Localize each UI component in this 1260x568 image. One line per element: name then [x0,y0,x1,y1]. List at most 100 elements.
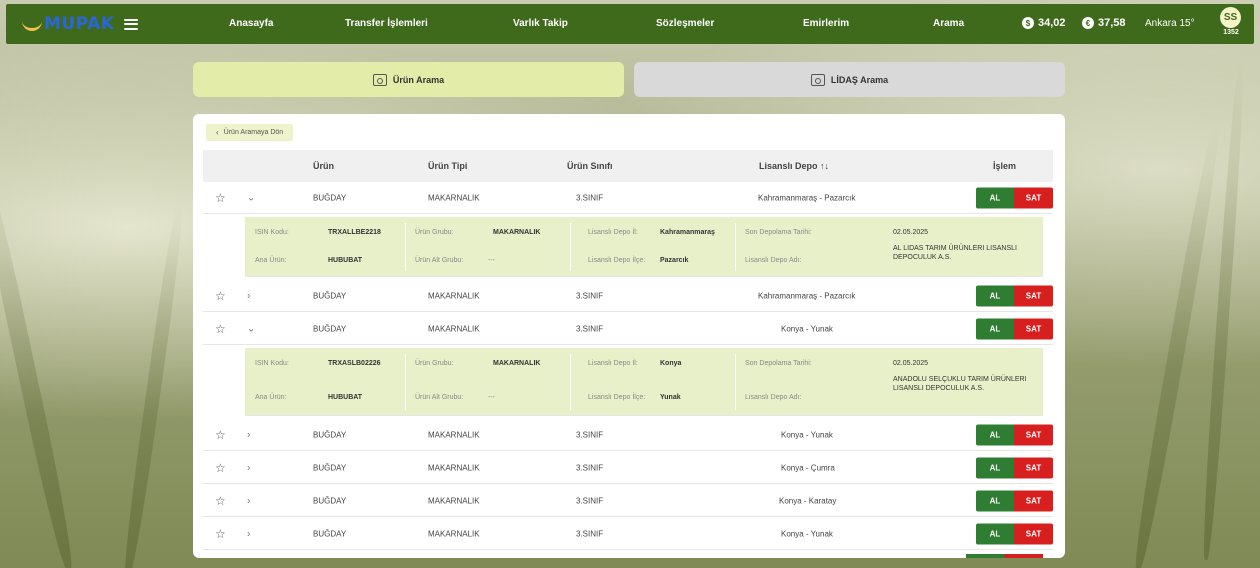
value-depo-adi: ANADOLU SELÇUKLU TARIM ÜRÜNLERI LISANSLI… [893,376,1027,392]
value-ana-urun: HUBUBAT [328,257,363,264]
nav-arama[interactable]: Arama [933,18,964,29]
al-button[interactable]: AL [976,523,1014,545]
favorite-star-icon[interactable]: ☆ [215,527,226,541]
chevron-right-icon[interactable]: › [247,529,250,540]
avatar-sub: 1352 [1223,29,1239,36]
table-row[interactable]: ☆ › BUĞDAY MAKARNALIK 3.SINIF Konya - Yu… [203,519,1053,550]
chevron-right-icon[interactable]: › [247,291,250,302]
cell-tip: MAKARNALIK [428,529,480,539]
cell-sinif: 3.SINIF [576,430,604,440]
logo[interactable]: MUPAK [22,14,202,34]
nav-varlik-takip[interactable]: Varlık Takip [513,18,568,29]
sat-button[interactable]: SAT [1014,318,1053,340]
logo-mark-icon [22,17,42,31]
label-urun-grubu: Ürün Grubu: [415,229,454,236]
header-islem: İşlem [993,161,1017,171]
al-button[interactable]: AL [976,490,1014,512]
value-depo-il: Kahramanmaraş [660,229,715,236]
next-row-buttons-partial [966,554,1043,558]
chevron-down-icon[interactable]: ⌄ [247,193,255,204]
sat-button[interactable]: SAT [1014,424,1053,446]
table-row[interactable]: ☆ ⌄ BUĞDAY MAKARNALIK 3.SINIF Kahramanma… [203,183,1053,214]
al-button[interactable]: AL [976,457,1014,479]
al-button[interactable]: AL [976,424,1014,446]
user-avatar[interactable]: SS 1352 [1220,7,1242,36]
nav-sozlesmeler[interactable]: Sözleşmeler [656,18,714,29]
favorite-star-icon[interactable]: ☆ [215,461,226,475]
cell-depo: Konya - Yunak [781,430,833,440]
back-label: Ürün Aramaya Dön [223,129,284,136]
cell-tip: MAKARNALIK [428,324,480,334]
header-urun-tipi: Ürün Tipi [428,161,468,171]
cell-sinif: 3.SINIF [576,496,604,506]
sat-button[interactable]: SAT [1014,187,1053,209]
tab-urun-label: Ürün Arama [392,74,445,85]
cell-depo: Kahramanmaraş - Pazarcık [758,291,856,301]
cell-sinif: 3.SINIF [576,463,604,473]
cell-depo: Kahramanmaraş - Pazarcık [758,193,856,203]
cell-sinif: 3.SINIF [576,529,604,539]
favorite-star-icon[interactable]: ☆ [215,494,226,508]
label-isin: ISIN Kodu: [255,360,289,367]
sat-button[interactable]: SAT [1014,285,1053,307]
chevron-right-icon[interactable]: › [247,430,250,441]
favorite-star-icon[interactable]: ☆ [215,191,226,205]
label-depo-il: Lisanslı Depo İl: [588,360,638,367]
favorite-star-icon[interactable]: ☆ [215,322,226,336]
cell-urun: BUĞDAY [313,193,347,203]
background-wheat [1200,60,1247,561]
sat-button[interactable]: SAT [1014,457,1053,479]
cell-tip: MAKARNALIK [428,193,480,203]
cell-depo: Konya - Karatay [779,496,837,506]
value-son-depolama: 02.05.2025 [893,229,929,236]
cell-urun: BUĞDAY [313,324,347,334]
cell-sinif: 3.SINIF [576,193,604,203]
hamburger-menu-icon[interactable] [124,18,139,30]
al-button[interactable]: AL [976,187,1014,209]
label-depo-adi: Lisanslı Depo Adı: [745,257,802,264]
table-row[interactable]: ☆ › BUĞDAY MAKARNALIK 3.SINIF Kahramanma… [203,281,1053,312]
product-search-icon [372,73,387,86]
favorite-star-icon[interactable]: ☆ [215,428,226,442]
table-row[interactable]: ☆ › BUĞDAY MAKARNALIK 3.SINIF Konya - Ka… [203,486,1053,517]
chevron-down-icon[interactable]: ⌄ [247,324,255,335]
al-button[interactable]: AL [976,285,1014,307]
cell-tip: MAKARNALIK [428,463,480,473]
sat-button[interactable]: SAT [1014,523,1053,545]
cell-urun: BUĞDAY [313,496,347,506]
row-detail: ISIN Kodu: TRXASLB02226 Ana Ürün: HUBUBA… [245,348,1043,416]
header-urun-sinifi: Ürün Sınıfı [567,161,613,171]
weather-text: Ankara 15° [1145,18,1195,29]
value-isin: TRXASLB02226 [328,360,381,367]
cell-tip: MAKARNALIK [428,291,480,301]
dollar-icon: $ [1022,17,1034,29]
table-row[interactable]: ☆ › BUĞDAY MAKARNALIK 3.SINIF Konya - Yu… [203,420,1053,451]
label-urun-alt-grubu: Ürün Alt Grubu: [415,394,464,401]
label-depo-adi: Lisanslı Depo Adı: [745,394,802,401]
chevron-right-icon[interactable]: › [247,463,250,474]
cell-tip: MAKARNALIK [428,496,480,506]
cell-tip: MAKARNALIK [428,430,480,440]
logo-text: MUPAK [44,14,115,34]
value-son-depolama: 02.05.2025 [893,360,929,367]
nav-anasayfa[interactable]: Anasayfa [229,18,273,29]
nav-transfer-islemleri[interactable]: Transfer İşlemleri [345,18,428,29]
al-button[interactable]: AL [976,318,1014,340]
tab-urun-arama[interactable]: Ürün Arama [193,62,624,97]
table-row[interactable]: ☆ ⌄ BUĞDAY MAKARNALIK 3.SINIF Konya - Yu… [203,314,1053,345]
cell-urun: BUĞDAY [313,291,347,301]
label-son-depolama: Son Depolama Tarihi: [745,229,812,236]
usd-rate: $ 34,02 [1022,17,1066,29]
favorite-star-icon[interactable]: ☆ [215,289,226,303]
back-to-search-button[interactable]: ‹ Ürün Aramaya Dön [206,124,294,141]
sat-button[interactable]: SAT [1014,490,1053,512]
header-lisansli-depo[interactable]: Lisanslı Depo ↑↓ [759,161,829,171]
value-depo-ilce: Pazarcık [660,257,689,264]
value-depo-il: Konya [660,360,682,367]
chevron-right-icon[interactable]: › [247,496,250,507]
table-row[interactable]: ☆ › BUĞDAY MAKARNALIK 3.SINIF Konya - Çu… [203,453,1053,484]
chevron-left-icon: ‹ [216,128,219,137]
nav-emirlerim[interactable]: Emirlerim [803,18,849,29]
tab-lidas-arama[interactable]: LİDAŞ Arama [634,62,1065,97]
value-urun-alt-grubu: --- [488,257,495,264]
